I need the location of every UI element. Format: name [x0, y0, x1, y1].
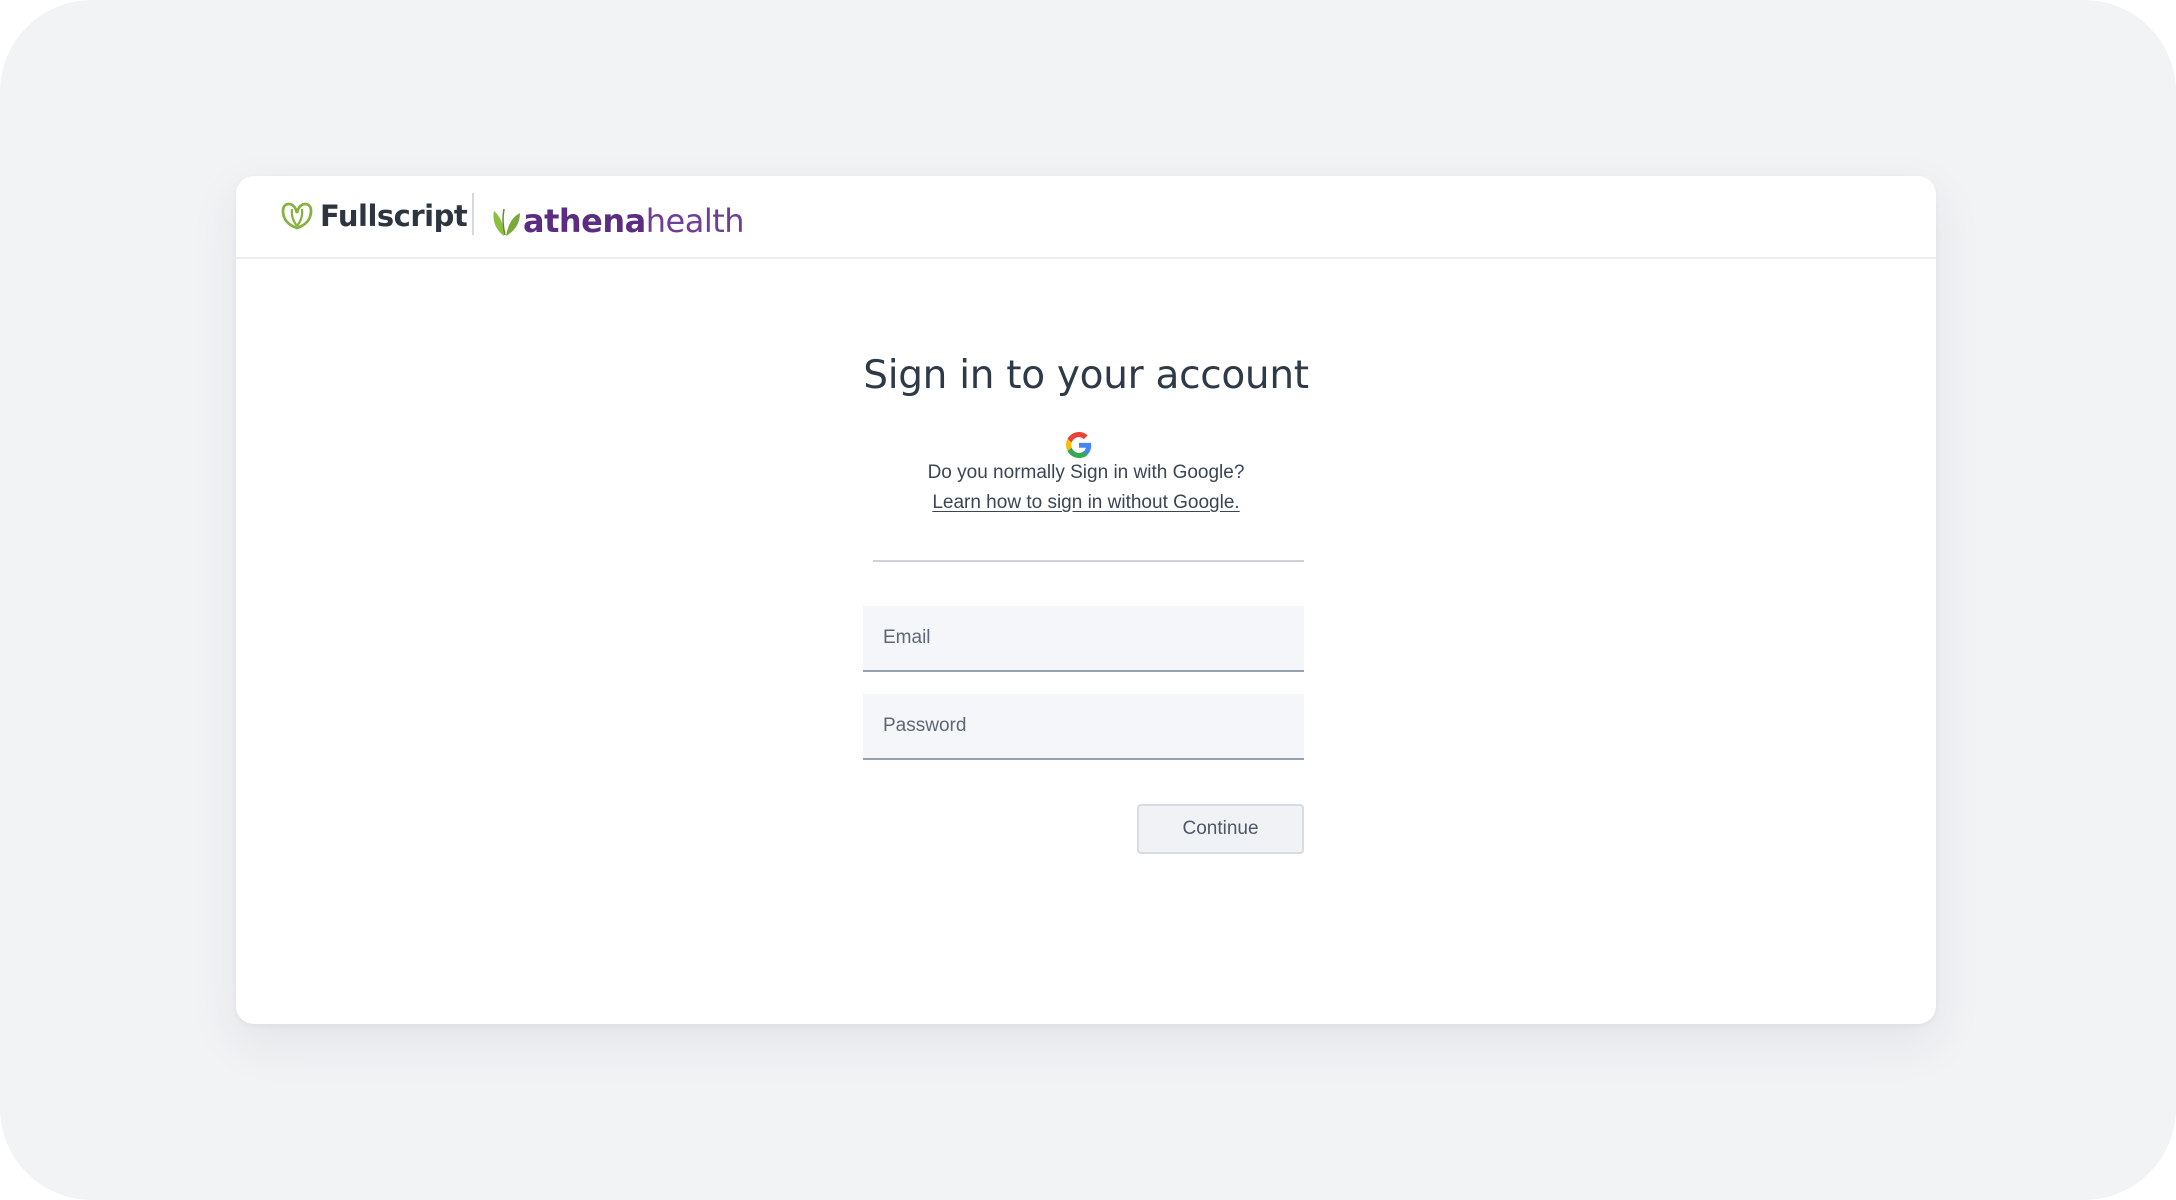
athenahealth-logo-text: athenahealth [523, 202, 745, 240]
password-field-container [863, 694, 1304, 760]
email-input[interactable] [863, 606, 1304, 670]
screen-background: Fullscript athenahealth Sign in to your … [0, 0, 2176, 1200]
google-help-link[interactable]: Learn how to sign in without Google. [932, 492, 1239, 513]
athena-logo-bold: athena [523, 202, 646, 240]
password-input[interactable] [863, 694, 1304, 758]
logo-divider [472, 193, 474, 235]
athena-logo-light: health [645, 202, 745, 240]
google-help-link-wrapper: Learn how to sign in without Google. [236, 492, 1936, 514]
login-card: Fullscript athenahealth Sign in to your … [236, 176, 1936, 1024]
continue-button[interactable]: Continue [1137, 804, 1304, 854]
email-field-container [863, 606, 1304, 672]
fullscript-logo-text: Fullscript [320, 199, 468, 233]
page-title: Sign in to your account [863, 353, 1309, 398]
athenahealth-leaf-icon [493, 208, 520, 236]
fullscript-leaf-icon [281, 202, 313, 230]
fullscript-logo: Fullscript [280, 194, 468, 238]
section-divider [873, 560, 1304, 562]
athenahealth-logo: athenahealth [490, 198, 745, 240]
card-header: Fullscript athenahealth [236, 176, 1936, 259]
google-icon [1066, 432, 1092, 458]
google-signin-question: Do you normally Sign in with Google? [927, 462, 1245, 483]
